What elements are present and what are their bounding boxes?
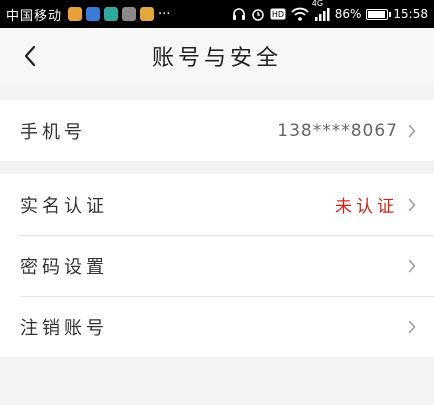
chevron-right-icon [408, 320, 416, 334]
page-title: 账号与安全 [151, 46, 282, 71]
phone-number-value: 138****8067 [277, 120, 398, 141]
chevron-left-icon [24, 45, 36, 67]
signal-icon: 4G [312, 0, 330, 21]
app-notification-icon [68, 7, 83, 21]
chevron-right-icon [408, 198, 416, 212]
navigation-bar: 账号与安全 [0, 28, 434, 84]
security-group: 实名认证 未认证 密码设置 注销账号 [0, 174, 434, 357]
phone-group: 手机号 138****8067 [0, 100, 434, 161]
cancel-account-label: 注销账号 [20, 317, 108, 339]
phone-number-row[interactable]: 手机号 138****8067 [0, 100, 434, 161]
battery-percent: 86% [334, 7, 362, 21]
more-notifications-icon: ··· [158, 6, 171, 22]
notification-icons: ··· [68, 7, 170, 22]
carrier-label: 中国移动 [6, 8, 63, 24]
chevron-right-icon [408, 124, 416, 138]
cancel-account-row[interactable]: 注销账号 [0, 296, 434, 357]
app-notification-icon [140, 7, 155, 21]
hd-icon: HD [270, 8, 286, 20]
real-name-verification-row[interactable]: 实名认证 未认证 [0, 174, 434, 235]
password-settings-row[interactable]: 密码设置 [0, 235, 434, 296]
network-type-label: 4G [311, 0, 324, 8]
wifi-icon [291, 7, 309, 21]
battery-icon [366, 8, 392, 20]
verification-status: 未认证 [335, 197, 398, 217]
status-bar: 中国移动 ··· HD 4G 86% 15:58 [0, 0, 434, 28]
app-notification-icon [104, 7, 119, 21]
app-notification-icon [122, 7, 137, 21]
clock-time: 15:58 [393, 7, 428, 21]
alarm-icon [251, 7, 265, 21]
svg-text:HD: HD [272, 10, 284, 19]
real-name-verification-label: 实名认证 [20, 195, 108, 217]
password-settings-label: 密码设置 [20, 256, 108, 278]
headphones-icon [232, 7, 246, 21]
chevron-right-icon [408, 259, 416, 273]
back-button[interactable] [14, 40, 46, 72]
app-notification-icon [86, 7, 101, 21]
phone-number-label: 手机号 [20, 121, 86, 143]
